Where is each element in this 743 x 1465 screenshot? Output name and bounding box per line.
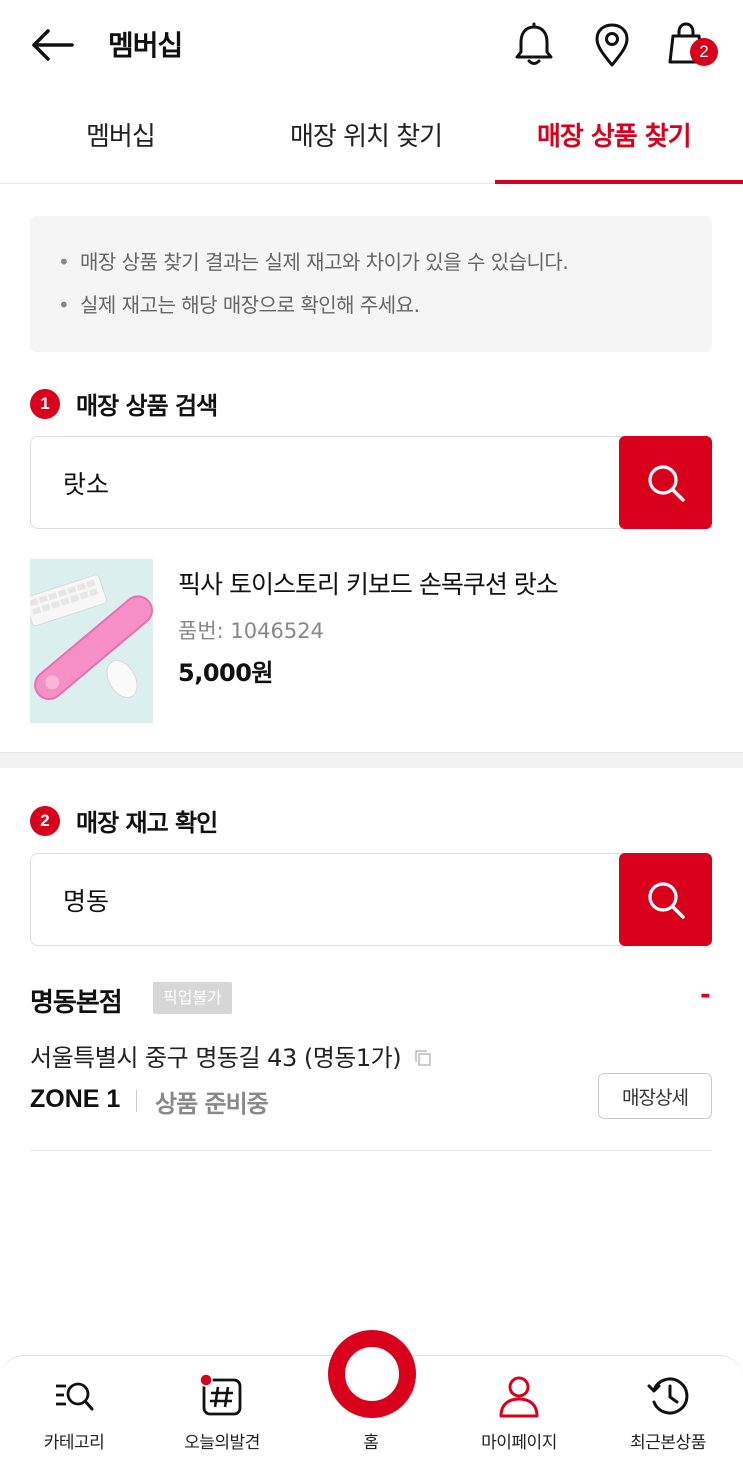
tab-store-product[interactable]: 매장 상품 찾기 (537, 116, 692, 153)
product-result[interactable]: 픽사 토이스토리 키보드 손목쿠션 랏소 품번: 1046524 5,000원 (30, 559, 712, 723)
nav-label: 최근본상품 (630, 1433, 706, 1453)
notice-line: • 매장 상품 찾기 결과는 실제 재고와 차이가 있을 수 있습니다. (58, 246, 712, 289)
nav-discovery[interactable]: 오늘의발견 (148, 1356, 296, 1465)
copy-icon[interactable] (414, 1045, 432, 1073)
store-address-text: 서울특별시 중구 명동길 43 (명동1가) (30, 1044, 402, 1072)
nav-label: 카테고리 (43, 1433, 105, 1453)
step-number-badge: 2 (30, 805, 60, 836)
nav-category[interactable]: 카테고리 (0, 1356, 148, 1465)
nav-label: 오늘의발견 (184, 1433, 260, 1453)
step-number-badge: 1 (30, 388, 60, 419)
product-search-box (30, 436, 712, 530)
bullet: • (58, 293, 70, 317)
search-icon (647, 464, 685, 502)
stock-check-heading: 2 매장 재고 확인 (30, 803, 218, 838)
store-name: 명동본점 (30, 988, 123, 1018)
home-ring-icon[interactable] (328, 1330, 416, 1418)
category-search-icon (52, 1374, 96, 1418)
tab-bar: 멤버십 매장 위치 찾기 매장 상품 찾기 (0, 92, 743, 184)
store-address: 서울특별시 중구 명동길 43 (명동1가) (30, 1038, 432, 1073)
zone-status: 상품 준비중 (155, 1090, 269, 1118)
bullet: • (58, 250, 70, 274)
notice-text: 실제 재고는 해당 매장으로 확인해 주세요. (80, 293, 420, 317)
zone-separator (136, 1090, 137, 1112)
nav-label: 홈 (363, 1433, 379, 1453)
nav-label: 마이페이지 (481, 1433, 557, 1453)
cart-count-badge: 2 (690, 38, 718, 66)
nav-mypage[interactable]: 마이페이지 (445, 1356, 593, 1465)
pickup-status-badge: 픽업불가 (153, 982, 232, 1014)
page-title: 멤버십 (108, 29, 183, 62)
location-pin-icon[interactable] (590, 22, 634, 68)
back-arrow-icon[interactable] (30, 26, 76, 64)
section-title: 매장 재고 확인 (76, 809, 218, 837)
product-search-input[interactable] (30, 436, 630, 529)
store-zone: ZONE 1 (30, 1085, 121, 1113)
stock-marker: - (700, 980, 711, 1010)
product-search-button[interactable] (619, 436, 712, 529)
nav-recent[interactable]: 최근본상품 (594, 1356, 742, 1465)
result-divider (30, 1150, 712, 1151)
active-tab-indicator (495, 180, 743, 184)
product-code: 품번: 1046524 (178, 619, 324, 643)
notice-box: • 매장 상품 찾기 결과는 실제 재고와 차이가 있을 수 있습니다. • 실제 … (30, 216, 712, 352)
store-search-button[interactable] (619, 853, 712, 946)
hashtag-icon (199, 1373, 244, 1418)
tab-membership[interactable]: 멤버십 (86, 116, 156, 153)
person-icon (497, 1374, 541, 1418)
history-icon (646, 1374, 690, 1418)
notice-line: • 실제 재고는 해당 매장으로 확인해 주세요. (58, 289, 712, 332)
notice-text: 매장 상품 찾기 결과는 실제 재고와 차이가 있을 수 있습니다. (80, 250, 569, 274)
store-search-input[interactable] (30, 853, 630, 946)
tab-store-location[interactable]: 매장 위치 찾기 (290, 116, 443, 153)
product-name: 픽사 토이스토리 키보드 손목쿠션 랏소 (178, 570, 559, 599)
app-header: 멤버십 2 (0, 0, 743, 90)
bell-icon[interactable] (512, 22, 556, 68)
search-icon (647, 881, 685, 919)
store-detail-button[interactable]: 매장상세 (598, 1073, 712, 1119)
section-title: 매장 상품 검색 (76, 392, 218, 420)
section-divider (0, 752, 743, 768)
product-image (30, 559, 153, 723)
product-price: 5,000원 (178, 659, 274, 687)
product-search-heading: 1 매장 상품 검색 (30, 386, 218, 421)
store-search-box (30, 853, 712, 947)
